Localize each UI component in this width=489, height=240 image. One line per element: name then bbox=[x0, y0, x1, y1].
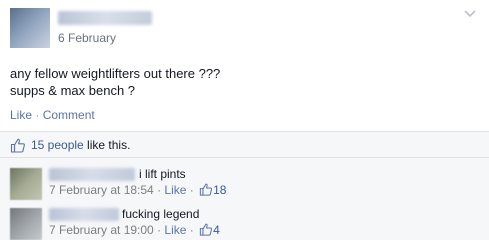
comment-item: fucking legend 7 February at 19:00 · Lik… bbox=[0, 205, 489, 240]
post-body: any fellow weightlifters out there ??? s… bbox=[10, 65, 220, 99]
comment-date[interactable]: 7 February at 19:00 bbox=[49, 223, 154, 237]
comment-date[interactable]: 7 February at 18:54 bbox=[49, 183, 154, 197]
post-author-avatar[interactable] bbox=[10, 8, 50, 48]
post-body-line: any fellow weightlifters out there ??? bbox=[10, 66, 221, 81]
comment-link[interactable]: Comment bbox=[43, 108, 95, 122]
likers-link[interactable]: 15 people bbox=[31, 138, 84, 152]
post-body-line: supps & max bench ? bbox=[10, 83, 136, 98]
comment-like-count[interactable]: 4 bbox=[213, 223, 220, 237]
thumbs-up-icon bbox=[10, 138, 25, 153]
chevron-down-icon[interactable] bbox=[463, 8, 477, 20]
like-link[interactable]: Like bbox=[10, 108, 32, 122]
thumbs-up-icon bbox=[199, 223, 213, 236]
post-author-name-redacted[interactable] bbox=[58, 11, 152, 25]
comment-text: fucking legend bbox=[122, 207, 200, 221]
comment-like-link[interactable]: Like bbox=[164, 223, 186, 237]
comment-like-link[interactable]: Like bbox=[164, 183, 186, 197]
comment-meta: 7 February at 18:54 · Like · 18 bbox=[49, 183, 226, 197]
comment-meta: 7 February at 19:00 · Like · 4 bbox=[49, 223, 220, 237]
separator-dot: · bbox=[186, 183, 198, 197]
thumbs-up-icon bbox=[199, 183, 213, 196]
comment-like-count[interactable]: 18 bbox=[213, 183, 226, 197]
post-date[interactable]: 6 February bbox=[58, 31, 116, 45]
comment-item: i lift pints 7 February at 18:54 · Like … bbox=[0, 165, 489, 205]
feedback-section: 15 people like this. i lift pints 7 Febr… bbox=[0, 131, 489, 240]
post-actions: Like · Comment bbox=[10, 108, 95, 122]
separator-dot: · bbox=[153, 223, 165, 237]
commenter-name-redacted[interactable] bbox=[49, 168, 135, 181]
commenter-name-redacted[interactable] bbox=[49, 208, 119, 221]
comment-text: i lift pints bbox=[139, 167, 186, 181]
facebook-post: 6 February any fellow weightlifters out … bbox=[0, 0, 489, 240]
separator-dot: · bbox=[153, 183, 165, 197]
separator-dot: · bbox=[35, 108, 40, 122]
likes-summary: 15 people like this. bbox=[0, 132, 489, 158]
likes-text: 15 people like this. bbox=[31, 138, 130, 152]
separator-dot: · bbox=[186, 223, 198, 237]
commenter-avatar[interactable] bbox=[10, 208, 42, 240]
likes-suffix: like this. bbox=[83, 138, 131, 152]
commenter-avatar[interactable] bbox=[10, 168, 42, 200]
